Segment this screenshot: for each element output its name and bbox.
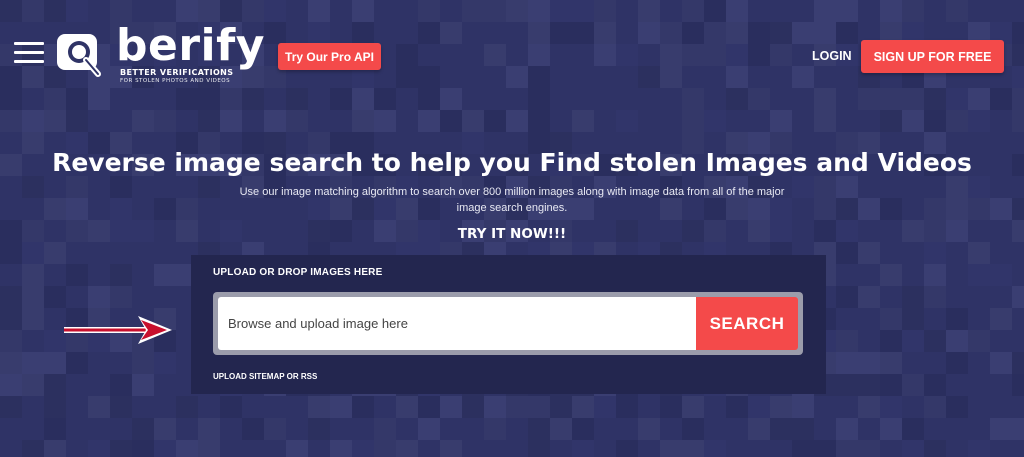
top-nav: berify BETTER VERIFICATIONS FOR STOLEN P…	[0, 0, 1024, 100]
magnifier-logo-icon	[57, 34, 101, 77]
hero-subtitle: Use our image matching algorithm to sear…	[239, 186, 785, 214]
image-upload-input[interactable]: Browse and upload image here	[218, 297, 696, 350]
logo-subtagline: FOR STOLEN PHOTOS AND VIDEOS	[120, 78, 231, 84]
red-arrow-icon	[64, 316, 172, 344]
berify-logo[interactable]: berify BETTER VERIFICATIONS FOR STOLEN P…	[54, 20, 264, 88]
try-it-now-heading: TRY IT NOW!!!	[457, 226, 567, 242]
hero-section: Reverse image search to help you Find st…	[0, 148, 1024, 242]
hamburger-menu-icon[interactable]	[14, 42, 44, 64]
upload-drop-label: UPLOAD OR DROP IMAGES HERE	[213, 267, 383, 278]
upload-panel[interactable]: UPLOAD OR DROP IMAGES HERE Browse and up…	[191, 255, 826, 394]
try-pro-api-button[interactable]: Try Our Pro API	[278, 43, 381, 70]
login-link[interactable]: LOGIN	[812, 49, 852, 63]
search-button[interactable]: SEARCH	[696, 297, 798, 350]
signup-button[interactable]: SIGN UP FOR FREE	[861, 40, 1004, 73]
logo-wordmark: berify	[116, 20, 265, 71]
search-bar: Browse and upload image here SEARCH	[213, 292, 803, 355]
upload-sitemap-link[interactable]: UPLOAD SITEMAP OR RSS	[213, 372, 317, 381]
page-title: Reverse image search to help you Find st…	[52, 148, 972, 177]
logo-tagline: BETTER VERIFICATIONS	[120, 68, 234, 77]
